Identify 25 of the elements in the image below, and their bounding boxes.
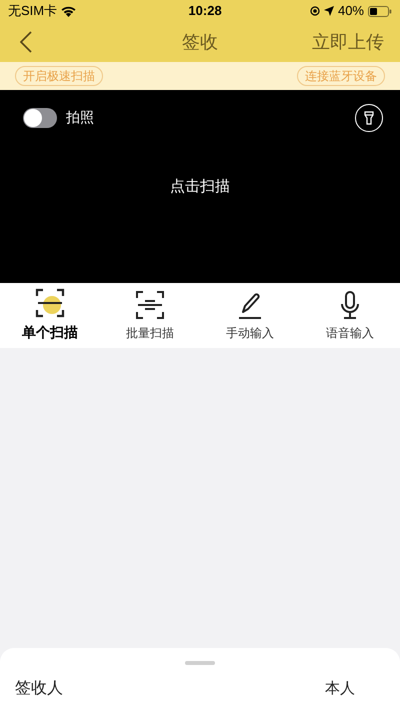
lock-rotation-icon — [310, 6, 320, 16]
battery-percent: 40% — [338, 2, 364, 20]
photo-toggle[interactable] — [23, 108, 57, 128]
location-icon — [324, 6, 334, 16]
scan-mode-tab[interactable]: 单个扫描 — [0, 283, 100, 348]
receiver-value: 本人 — [325, 678, 355, 699]
batch-scan-icon — [135, 290, 165, 320]
receiver-label: 签收人 — [15, 679, 63, 699]
flashlight-button[interactable] — [355, 104, 383, 132]
page-title: 签收 — [182, 30, 218, 54]
back-icon — [20, 31, 32, 53]
photo-label: 拍照 — [66, 108, 94, 127]
wifi-icon — [61, 6, 76, 16]
drag-handle[interactable] — [185, 661, 215, 665]
upload-button[interactable]: 立即上传 — [312, 28, 384, 56]
carrier-label: 无SIM卡 — [8, 2, 58, 20]
camera-view[interactable]: 拍照 点击扫描 — [0, 90, 400, 283]
scan-mode-tab[interactable]: 批量扫描 — [100, 283, 200, 348]
flashlight-icon — [364, 111, 374, 125]
scan-mode-tab[interactable]: 手动输入 — [200, 283, 300, 348]
battery-icon — [368, 6, 392, 16]
scan-mode-tab[interactable]: 语音输入 — [300, 283, 400, 348]
scan-prompt: 点击扫描 — [170, 177, 230, 197]
clock: 10:28 — [188, 2, 222, 20]
single-scan-icon — [35, 288, 65, 318]
